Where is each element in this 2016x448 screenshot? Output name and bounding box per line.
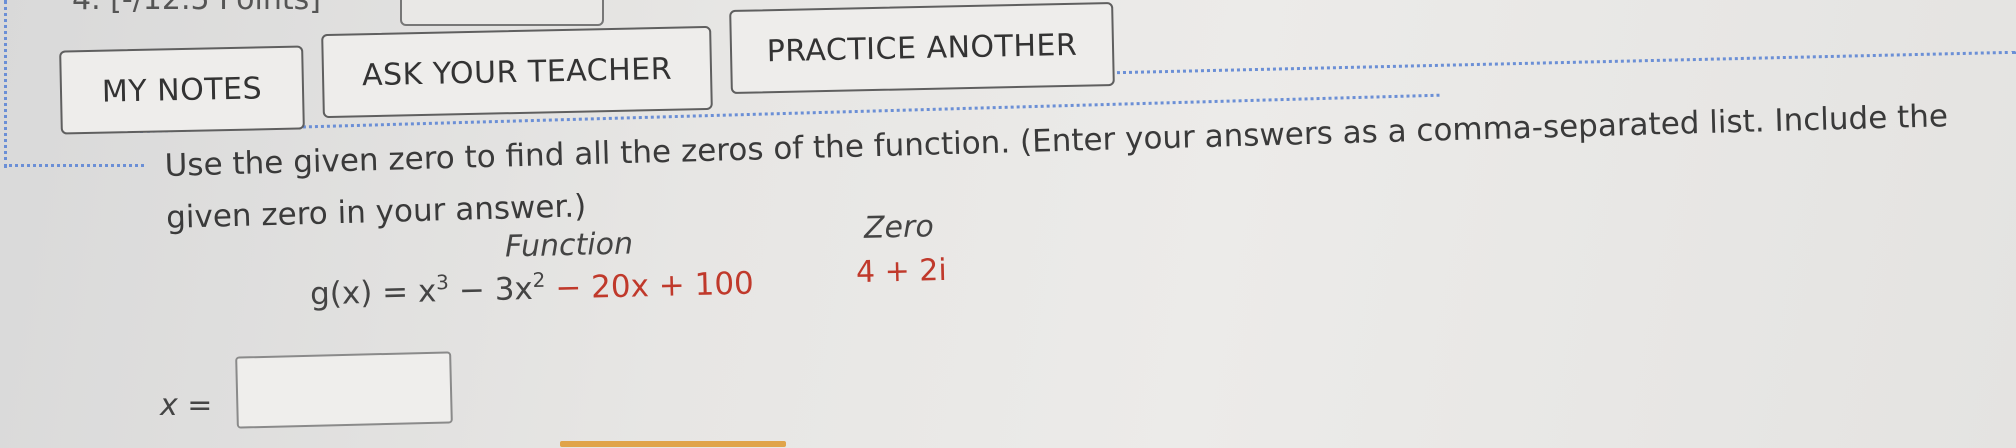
answer-label: x =: [160, 388, 213, 423]
exponent-squared: 2: [532, 267, 546, 292]
function-term3: − 20x + 100: [545, 265, 755, 307]
dotted-border-right: [1079, 50, 2016, 75]
points-box: [400, 0, 604, 26]
question-header: 4. [-/12.5 Points]: [72, 0, 321, 17]
answer-input[interactable]: [235, 351, 453, 429]
exponent-cubed: 3: [435, 270, 450, 295]
question-panel: 4. [-/12.5 Points] MY NOTES ASK YOUR TEA…: [0, 0, 2016, 448]
my-notes-button[interactable]: MY NOTES: [59, 45, 305, 135]
function-column-header: Function: [504, 226, 634, 265]
function-lhs: g(x) = x: [309, 273, 437, 313]
practice-another-button[interactable]: PRACTICE ANOTHER: [729, 1, 1115, 95]
orange-submit-edge: [560, 441, 786, 447]
dotted-border-left: [4, 0, 7, 168]
ask-your-teacher-button[interactable]: ASK YOUR TEACHER: [321, 25, 713, 119]
dotted-border-bottom: [4, 164, 144, 167]
function-term2: − 3x: [448, 270, 534, 310]
given-zero-value: 4 + 2i: [855, 252, 948, 291]
function-expression: g(x) = x3 − 3x2 − 20x + 100: [310, 263, 755, 313]
zero-column-header: Zero: [863, 209, 935, 246]
